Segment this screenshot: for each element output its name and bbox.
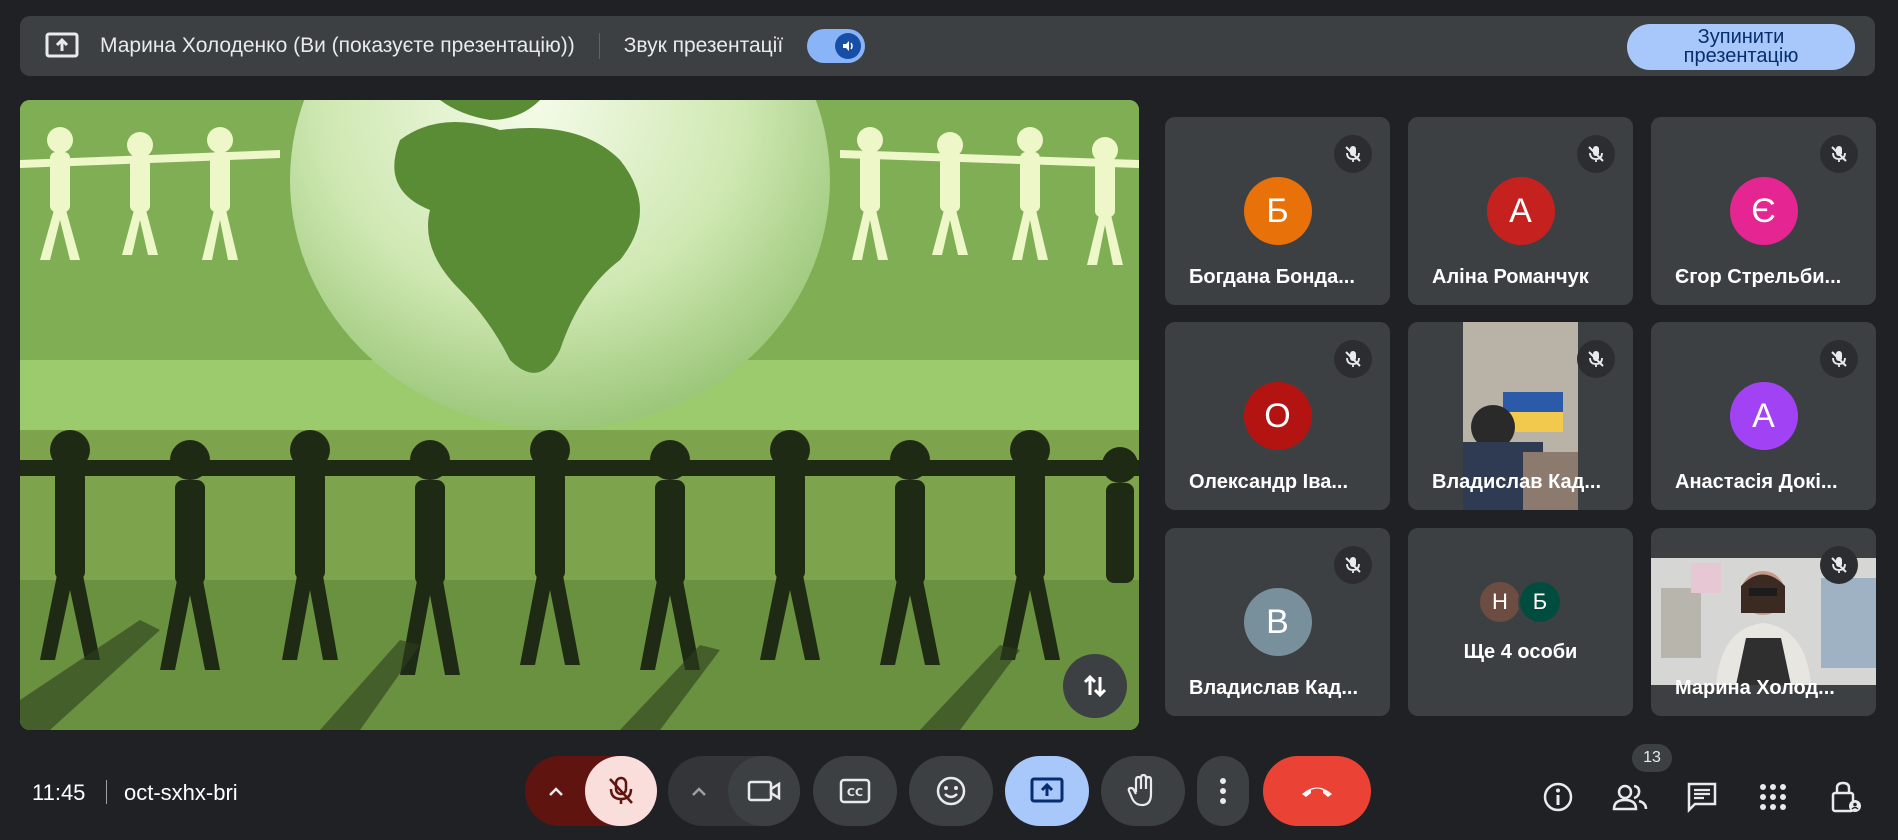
more-vert-icon	[1220, 778, 1226, 804]
video-camera-icon	[747, 780, 781, 802]
participant-name: Владислав Кад...	[1189, 677, 1359, 699]
host-controls-button[interactable]	[1824, 775, 1868, 819]
mic-off-icon	[1334, 340, 1372, 378]
people-icon	[1612, 784, 1648, 811]
participant-name: Владислав Кад...	[1432, 471, 1602, 493]
participant-name: Олександр Іва...	[1189, 471, 1349, 493]
activities-button[interactable]	[1751, 775, 1795, 819]
volume-icon	[835, 33, 862, 59]
chevron-up-icon	[549, 787, 563, 796]
more-options-button[interactable]	[1197, 756, 1249, 826]
participant-tile[interactable]: О Олександр Іва...	[1165, 322, 1390, 510]
stop-presenting-button[interactable]: Зупинити презентацію	[1627, 24, 1855, 70]
more-participants-tile[interactable]: Н Б Ще 4 особи	[1408, 528, 1633, 716]
mic-off-icon	[1334, 135, 1372, 173]
participant-tile[interactable]: Б Богдана Бонда...	[1165, 117, 1390, 305]
avatar: Н	[1478, 580, 1522, 624]
avatar: А	[1729, 382, 1798, 450]
participant-name: Анастасія Докі...	[1675, 471, 1838, 493]
participant-name: Марина Холод...	[1675, 677, 1835, 699]
participant-tile[interactable]: Марина Холод...	[1651, 528, 1876, 716]
presentation-image	[20, 100, 1139, 730]
mic-off-icon	[1577, 340, 1615, 378]
participant-name: Аліна Романчук	[1432, 266, 1589, 288]
participant-tile[interactable]: Є Єгор Стрельби...	[1651, 117, 1876, 305]
closed-captions-icon: CC	[839, 778, 871, 804]
meeting-code: oct-sxhx-bri	[124, 780, 238, 805]
reactions-button[interactable]	[909, 756, 993, 826]
presentation-sound-label: Звук презентації	[623, 34, 784, 57]
leave-call-button[interactable]	[1263, 756, 1371, 826]
info-icon	[1543, 782, 1573, 812]
participant-tile[interactable]: Владислав Кад...	[1408, 322, 1633, 510]
presentation-stage	[20, 100, 1139, 730]
presentation-banner: Марина Холоденко (Ви (показуєте презента…	[20, 16, 1875, 76]
video-options-button[interactable]	[668, 756, 730, 826]
avatar: Б	[1518, 580, 1562, 624]
avatar: А	[1486, 177, 1555, 245]
participant-tile[interactable]: А Аліна Романчук	[1408, 117, 1633, 305]
swap-layout-button[interactable]	[1063, 654, 1127, 718]
camera-button[interactable]	[728, 756, 800, 826]
end-call-icon	[1302, 787, 1332, 797]
presenter-label: Марина Холоденко (Ви (показуєте презента…	[100, 34, 575, 57]
mic-off-icon	[1820, 135, 1858, 173]
participant-name: Богдана Бонда...	[1189, 266, 1355, 288]
avatar: В	[1243, 588, 1312, 656]
captions-button[interactable]: CC	[813, 756, 897, 826]
chat-button[interactable]	[1680, 775, 1724, 819]
emoji-icon	[936, 776, 966, 806]
participant-name: Єгор Стрельби...	[1675, 266, 1842, 288]
divider	[598, 33, 600, 59]
present-screen-icon	[44, 31, 80, 61]
meeting-details-button[interactable]	[1536, 775, 1580, 819]
mic-off-icon	[609, 776, 633, 804]
audio-options-button[interactable]	[525, 756, 587, 826]
participant-tile[interactable]: А Анастасія Докі...	[1651, 322, 1876, 510]
meeting-clock: 11:45	[32, 780, 86, 805]
participant-count-badge: 13	[1632, 744, 1672, 772]
chat-icon	[1687, 782, 1717, 813]
mic-off-icon	[1820, 340, 1858, 378]
more-participants-label: Ще 4 особи	[1463, 641, 1578, 663]
hand-icon	[1127, 774, 1153, 807]
present-screen-icon	[1030, 777, 1064, 803]
avatar: О	[1243, 382, 1312, 450]
divider	[106, 780, 107, 804]
raise-hand-button[interactable]	[1101, 756, 1185, 826]
avatar: Б	[1243, 177, 1312, 245]
swap-arrows-icon	[1083, 674, 1107, 698]
apps-grid-icon	[1760, 784, 1786, 810]
presentation-sound-toggle[interactable]	[807, 29, 866, 63]
lock-person-icon	[1831, 781, 1861, 813]
mic-off-icon	[1334, 546, 1372, 584]
present-now-button[interactable]	[1005, 756, 1089, 826]
mic-off-icon	[1820, 546, 1858, 584]
microphone-button[interactable]	[585, 756, 657, 826]
mic-off-icon	[1577, 135, 1615, 173]
svg-text:CC: CC	[847, 786, 863, 799]
chevron-up-icon	[692, 787, 706, 796]
people-button[interactable]	[1608, 775, 1652, 819]
avatar: Є	[1729, 177, 1798, 245]
participant-tile[interactable]: В Владислав Кад...	[1165, 528, 1390, 716]
